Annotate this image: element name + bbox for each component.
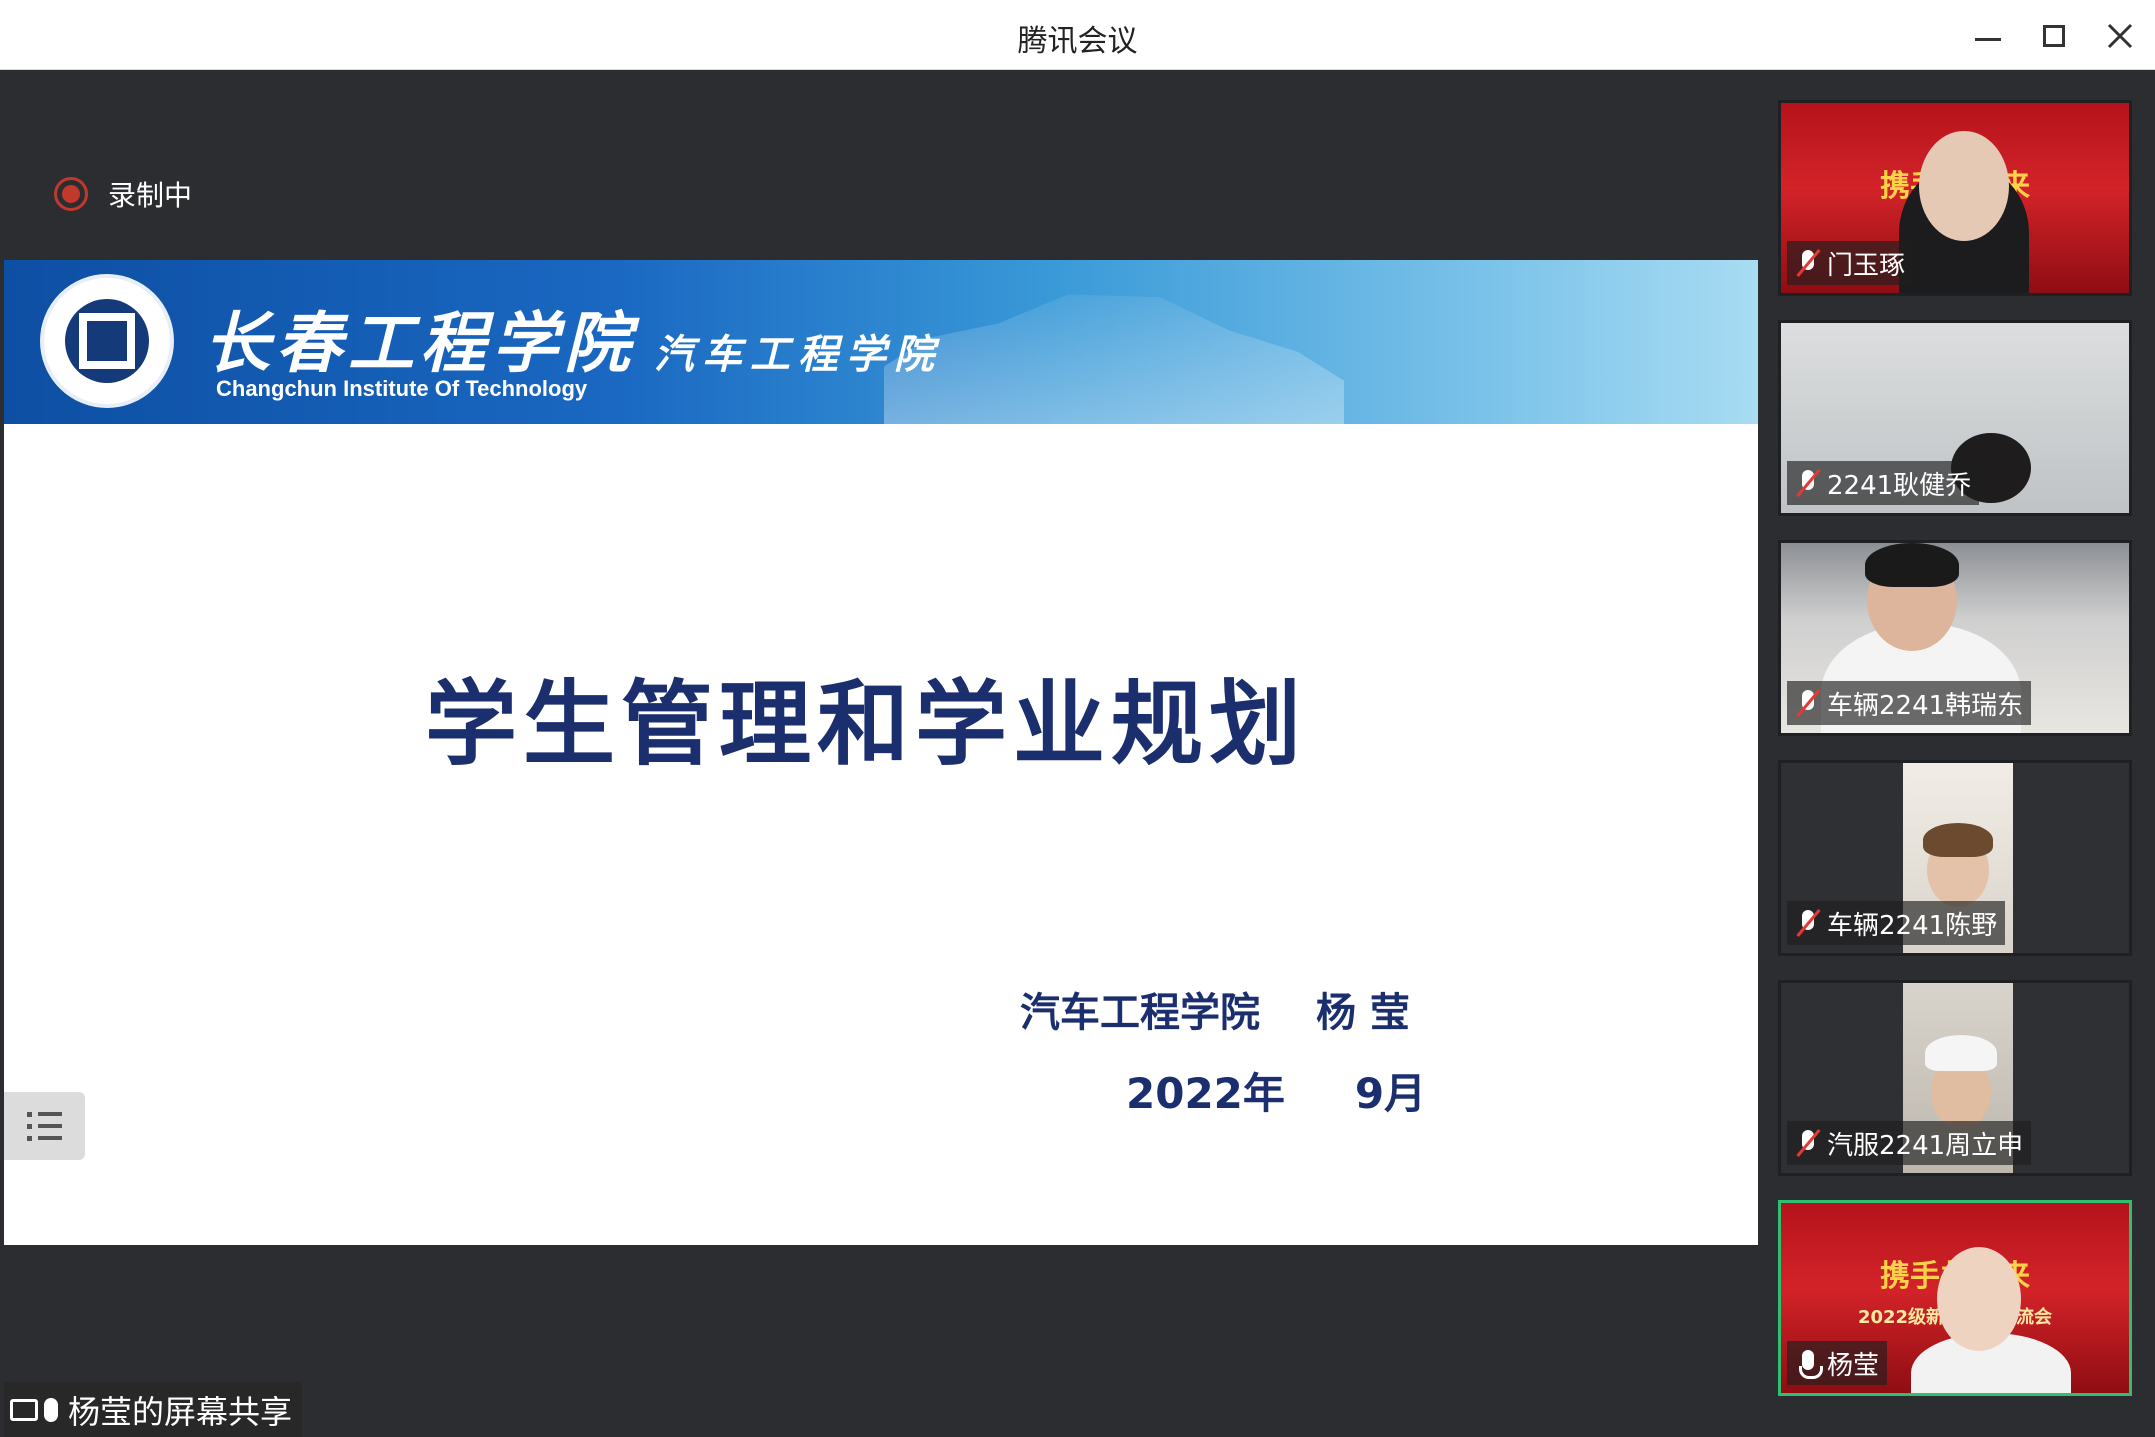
participant-name-tag: 杨莹: [1787, 1341, 1888, 1385]
participant-tile[interactable]: 车辆2241韩瑞东: [1778, 540, 2132, 736]
participant-name: 杨莹: [1827, 1350, 1880, 1381]
maximize-button[interactable]: [2032, 14, 2076, 58]
minimize-button[interactable]: [1966, 14, 2010, 58]
recording-label: 录制中: [108, 179, 193, 212]
presentation-slide: 长春工程学院 Changchun Institute Of Technology…: [4, 260, 1758, 1245]
participant-name: 汽服2241周立申: [1827, 1130, 2024, 1161]
participant-panel: 携手共未来 门玉琢 2241耿健乔 车辆2241韩瑞东 车辆22: [1758, 70, 2155, 1437]
department-name: 汽车工程学院: [654, 331, 942, 378]
close-button[interactable]: [2098, 14, 2142, 58]
participant-name-tag: 门玉琢: [1787, 241, 1914, 285]
participant-name: 车辆2241陈野: [1827, 910, 1998, 941]
record-icon: [54, 177, 88, 211]
building-image: [884, 294, 1344, 424]
screen-share-icon: [10, 1398, 38, 1421]
school-logo: [40, 274, 174, 408]
date-year: 2022年: [1126, 1069, 1285, 1118]
participant-tile-active-speaker[interactable]: 携手共未来 2022级新生见面交流会 杨莹: [1778, 1200, 2132, 1396]
window-title: 腾讯会议: [1017, 24, 1138, 59]
mic-muted-icon: [1795, 248, 1821, 278]
mic-muted-icon: [1795, 688, 1821, 718]
mic-icon: [1795, 1348, 1823, 1379]
participant-name: 门玉琢: [1827, 250, 1906, 281]
screen-share-label: 杨莹的屏幕共享: [4, 1382, 303, 1437]
slide-banner: 长春工程学院 Changchun Institute Of Technology…: [4, 260, 1758, 424]
maximize-icon: [2043, 25, 2065, 47]
slide-outline-button[interactable]: [4, 1092, 85, 1160]
recording-indicator: 录制中: [54, 174, 192, 214]
share-label-text: 杨莹的屏幕共享: [68, 1392, 293, 1431]
participant-name-tag: 2241耿健乔: [1787, 461, 1980, 505]
participant-tile[interactable]: 2241耿健乔: [1778, 320, 2132, 516]
title-bar: 腾讯会议: [0, 0, 2155, 70]
presenter-name: 杨 莹: [1316, 990, 1410, 1036]
list-icon: [27, 1111, 62, 1117]
mic-muted-icon: [1795, 908, 1821, 938]
participant-name-tag: 车辆2241韩瑞东: [1787, 681, 2032, 725]
school-name-cn: 长春工程学院: [204, 304, 636, 382]
mic-icon: [44, 1397, 58, 1422]
presenter-dept: 汽车工程学院: [1020, 990, 1260, 1036]
participant-name-tag: 汽服2241周立申: [1787, 1121, 2032, 1165]
close-icon: [2107, 23, 2133, 49]
participant-name-tag: 车辆2241陈野: [1787, 901, 2006, 945]
presenter-line: 汽车工程学院 杨 莹: [1020, 980, 1410, 1038]
slide-date: 2022年 9月: [1126, 1060, 1426, 1121]
participant-tile[interactable]: 车辆2241陈野: [1778, 760, 2132, 956]
school-emblem: [65, 299, 149, 383]
participant-tile[interactable]: 携手共未来 门玉琢: [1778, 100, 2132, 296]
participant-name: 2241耿健乔: [1827, 470, 1972, 501]
school-name-en: Changchun Institute Of Technology: [216, 376, 588, 401]
shared-screen: 录制中 长春工程学院 Changchun Institute Of Techno…: [4, 70, 1758, 1437]
participant-tile[interactable]: 汽服2241周立申: [1778, 980, 2132, 1176]
minimize-icon: [1975, 37, 2001, 41]
participant-name: 车辆2241韩瑞东: [1827, 690, 2024, 721]
slide-title: 学生管理和学业规划: [424, 671, 1307, 778]
mic-muted-icon: [1795, 468, 1821, 498]
date-month: 9月: [1354, 1069, 1427, 1118]
mic-muted-icon: [1795, 1128, 1821, 1158]
